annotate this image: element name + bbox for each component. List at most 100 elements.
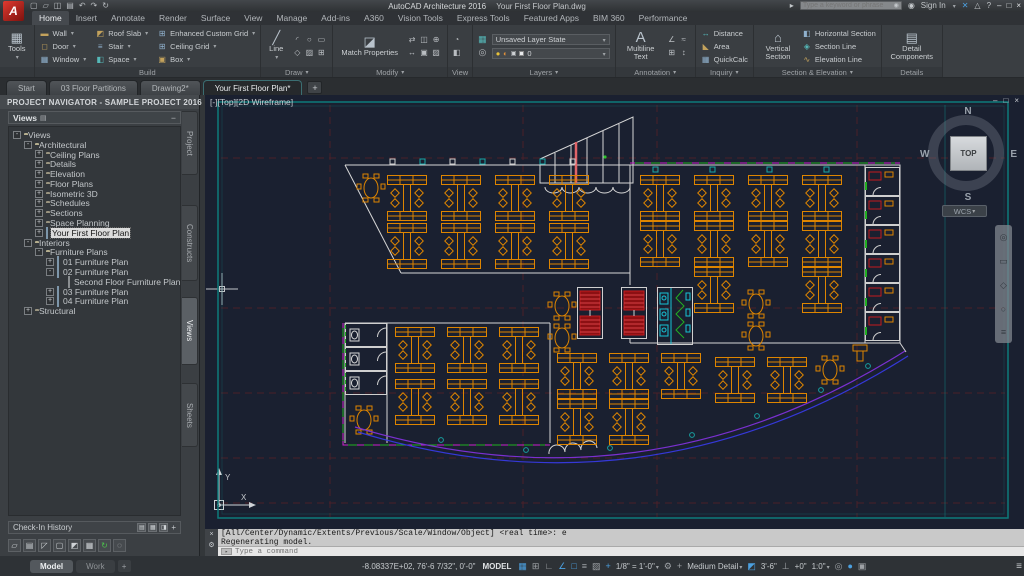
wall-button[interactable]: ▬Wall bbox=[40, 27, 87, 40]
layer-dropdown[interactable]: ● ◐ ▣ 0 bbox=[492, 48, 610, 59]
cloud-icon[interactable]: ↻ bbox=[102, 1, 109, 11]
horizontal-section-button[interactable]: ◧Horizontal Section bbox=[802, 27, 876, 40]
line-button[interactable]: ╱ Line bbox=[266, 31, 286, 62]
file-tab-start[interactable]: Start bbox=[6, 80, 47, 95]
palette-tab-views[interactable]: Views bbox=[182, 297, 198, 365]
tree-item-furniture-plans[interactable]: -Furniture Plans bbox=[9, 248, 180, 258]
ribbon-tab-a360[interactable]: A360 bbox=[357, 11, 391, 25]
draw-tool-1-icon[interactable]: ○ bbox=[307, 35, 312, 44]
print-icon[interactable]: ▤ bbox=[66, 1, 74, 11]
autodesk-360-icon[interactable]: △ bbox=[974, 1, 980, 10]
expand-icon[interactable]: + bbox=[35, 199, 43, 207]
checkin-history-bar[interactable]: Check-In History ▤▦◨+ bbox=[8, 521, 181, 534]
annotation-visibility-icon[interactable]: ⚙ bbox=[664, 561, 672, 572]
layer-on-icon[interactable]: ● bbox=[496, 49, 501, 58]
views-section-header[interactable]: Views ▤ − bbox=[8, 111, 181, 124]
modify-panel-label[interactable]: Modify bbox=[333, 67, 447, 77]
tree-item-architectural[interactable]: -Architectural bbox=[9, 140, 180, 150]
expand-icon[interactable]: - bbox=[46, 268, 54, 276]
layer-state-dropdown[interactable]: Unsaved Layer State bbox=[492, 34, 610, 45]
redo-icon[interactable]: ↷ bbox=[91, 1, 98, 11]
viewcube[interactable]: N S W E TOP bbox=[923, 107, 1013, 201]
ribbon-tab-featured-apps[interactable]: Featured Apps bbox=[517, 11, 586, 25]
floor-plan-drawing[interactable]: Y X bbox=[205, 95, 1024, 529]
view-tool-0-icon[interactable]: ◔ bbox=[454, 35, 459, 44]
ribbon-tab-vision-tools[interactable]: Vision Tools bbox=[391, 11, 450, 25]
details-panel-label[interactable]: Details bbox=[882, 67, 942, 77]
save-icon[interactable]: ◫ bbox=[54, 1, 62, 11]
palette-tab-constructs[interactable]: Constructs bbox=[182, 205, 198, 281]
layer-isolate-icon[interactable]: ◎ bbox=[479, 47, 487, 58]
detail-components-button[interactable]: ▤ Detail Components bbox=[887, 31, 937, 61]
vertical-section-button[interactable]: ⌂ Vertical Section bbox=[759, 31, 797, 61]
palette-title[interactable]: PROJECT NAVIGATOR - SAMPLE PROJECT 2016 bbox=[0, 95, 199, 109]
window-button[interactable]: ▦Window bbox=[40, 53, 87, 66]
report-icon[interactable]: ▦ bbox=[148, 523, 157, 532]
cut-plane-icon[interactable]: ◩ bbox=[747, 561, 756, 572]
expand-icon[interactable]: + bbox=[35, 160, 43, 168]
help-search[interactable]: ◉ bbox=[800, 1, 902, 10]
ribbon-tab-manage[interactable]: Manage bbox=[269, 11, 314, 25]
stair-button[interactable]: ≡Stair bbox=[95, 40, 148, 53]
file-tab-03-floor-partitions[interactable]: 03 Floor Partitions bbox=[49, 80, 138, 95]
search-arrow-icon[interactable]: ▸ bbox=[790, 1, 794, 10]
tree-item-ceiling-plans[interactable]: +Ceiling Plans bbox=[9, 150, 180, 160]
expand-icon[interactable]: + bbox=[35, 190, 43, 198]
modify-tool-3-icon[interactable]: ↔ bbox=[408, 48, 416, 57]
viewcube-north[interactable]: N bbox=[964, 106, 971, 117]
quickcalc-button[interactable]: ▦QuickCalc bbox=[701, 53, 748, 66]
ceiling-grid-button[interactable]: ⊞Ceiling Grid bbox=[157, 40, 255, 53]
history-icon[interactable]: ▤ bbox=[137, 523, 146, 532]
autoscale-icon[interactable]: + bbox=[677, 561, 682, 571]
expand-icon[interactable]: + bbox=[35, 219, 43, 227]
showmotion-icon[interactable]: ≡ bbox=[1001, 327, 1006, 337]
hardware-acceleration-icon[interactable]: ● bbox=[847, 561, 852, 571]
view-tool-1-icon[interactable]: ◧ bbox=[453, 48, 461, 57]
undo-icon[interactable]: ↶ bbox=[79, 1, 86, 11]
multiline-text-button[interactable]: A Multiline Text bbox=[621, 31, 661, 61]
expand-icon[interactable]: + bbox=[35, 150, 43, 158]
navigation-bar[interactable]: ◎▭◇○≡ bbox=[995, 225, 1012, 343]
ribbon-tab-performance[interactable]: Performance bbox=[632, 11, 695, 25]
draw-panel-label[interactable]: Draw bbox=[261, 67, 332, 77]
search-input[interactable] bbox=[803, 2, 894, 9]
sync-icon[interactable]: ↻ bbox=[98, 539, 111, 552]
sign-in-button[interactable]: Sign In bbox=[921, 1, 946, 10]
tree-item-your-first-floor-plan[interactable]: +Your First Floor Plan bbox=[9, 228, 180, 238]
open-icon[interactable]: ▱ bbox=[43, 1, 49, 11]
distance-button[interactable]: ↔Distance bbox=[701, 27, 748, 40]
clean-screen-icon[interactable]: ▣ bbox=[858, 561, 867, 572]
modify-tool-4-icon[interactable]: ▣ bbox=[420, 48, 428, 57]
tree-item-sections[interactable]: +Sections bbox=[9, 208, 180, 218]
expand-icon[interactable]: - bbox=[24, 141, 32, 149]
elevation-line-button[interactable]: ∿Elevation Line bbox=[802, 53, 876, 66]
customize-command-icon[interactable]: ⚙ bbox=[208, 541, 214, 549]
file-tab-drawing2-[interactable]: Drawing2* bbox=[140, 80, 201, 95]
model-tab[interactable]: Model bbox=[30, 560, 73, 573]
expand-icon[interactable]: - bbox=[13, 131, 21, 139]
sign-in-caret-icon[interactable] bbox=[952, 1, 956, 10]
tree-item-04-furniture-plan[interactable]: +04 Furniture Plan bbox=[9, 297, 180, 307]
expand-icon[interactable]: + bbox=[35, 229, 43, 237]
file-tab-your-first-floor-plan-[interactable]: Your First Floor Plan* bbox=[203, 80, 303, 95]
box-button[interactable]: ▣Box bbox=[157, 53, 255, 66]
ortho-toggle[interactable]: ∟ bbox=[544, 561, 553, 571]
layer-color-swatch[interactable] bbox=[519, 51, 524, 56]
new-layout-button[interactable]: + bbox=[118, 560, 131, 572]
annotation-tool-1-icon[interactable]: ≈ bbox=[681, 35, 685, 44]
orbit-icon[interactable]: ○ bbox=[1001, 304, 1006, 314]
properties-icon[interactable]: ▤ bbox=[23, 539, 36, 552]
help-icon[interactable]: ? bbox=[987, 1, 991, 10]
doc-minimize-icon[interactable]: – bbox=[993, 96, 997, 105]
tree-item-space-planning[interactable]: +Space Planning bbox=[9, 218, 180, 228]
tree-item-views[interactable]: -Views bbox=[9, 130, 180, 140]
palette-tab-sheets[interactable]: Sheets bbox=[182, 383, 198, 447]
annotation-tool-2-icon[interactable]: ⊞ bbox=[668, 48, 675, 57]
roof-slab-button[interactable]: ◩Roof Slab bbox=[95, 27, 148, 40]
draw-tool-5-icon[interactable]: ⊞ bbox=[318, 48, 325, 57]
close-command-icon[interactable]: × bbox=[209, 531, 213, 538]
tree-item-02-furniture-plan[interactable]: -02 Furniture Plan bbox=[9, 267, 180, 277]
snap-toggle[interactable]: ⊞ bbox=[532, 561, 540, 572]
view-panel-label[interactable]: View bbox=[448, 67, 472, 77]
command-input[interactable] bbox=[235, 548, 1024, 556]
